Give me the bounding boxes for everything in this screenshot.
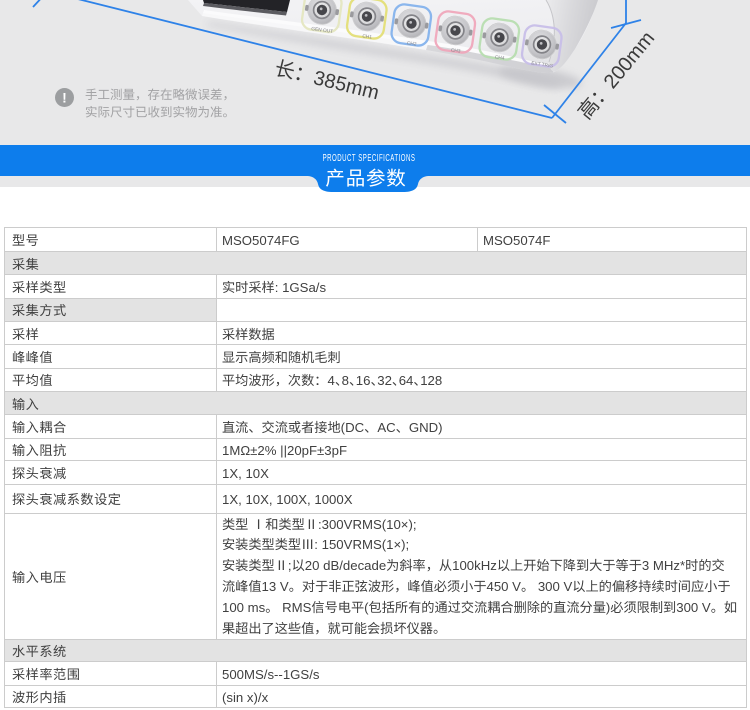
svg-text:手工测量，存在略微误差，: 手工测量，存在略微误差，	[85, 84, 235, 103]
svg-text:实际尺寸已收到实物为准。: 实际尺寸已收到实物为准。	[85, 102, 235, 121]
svg-text:!: !	[62, 90, 67, 106]
